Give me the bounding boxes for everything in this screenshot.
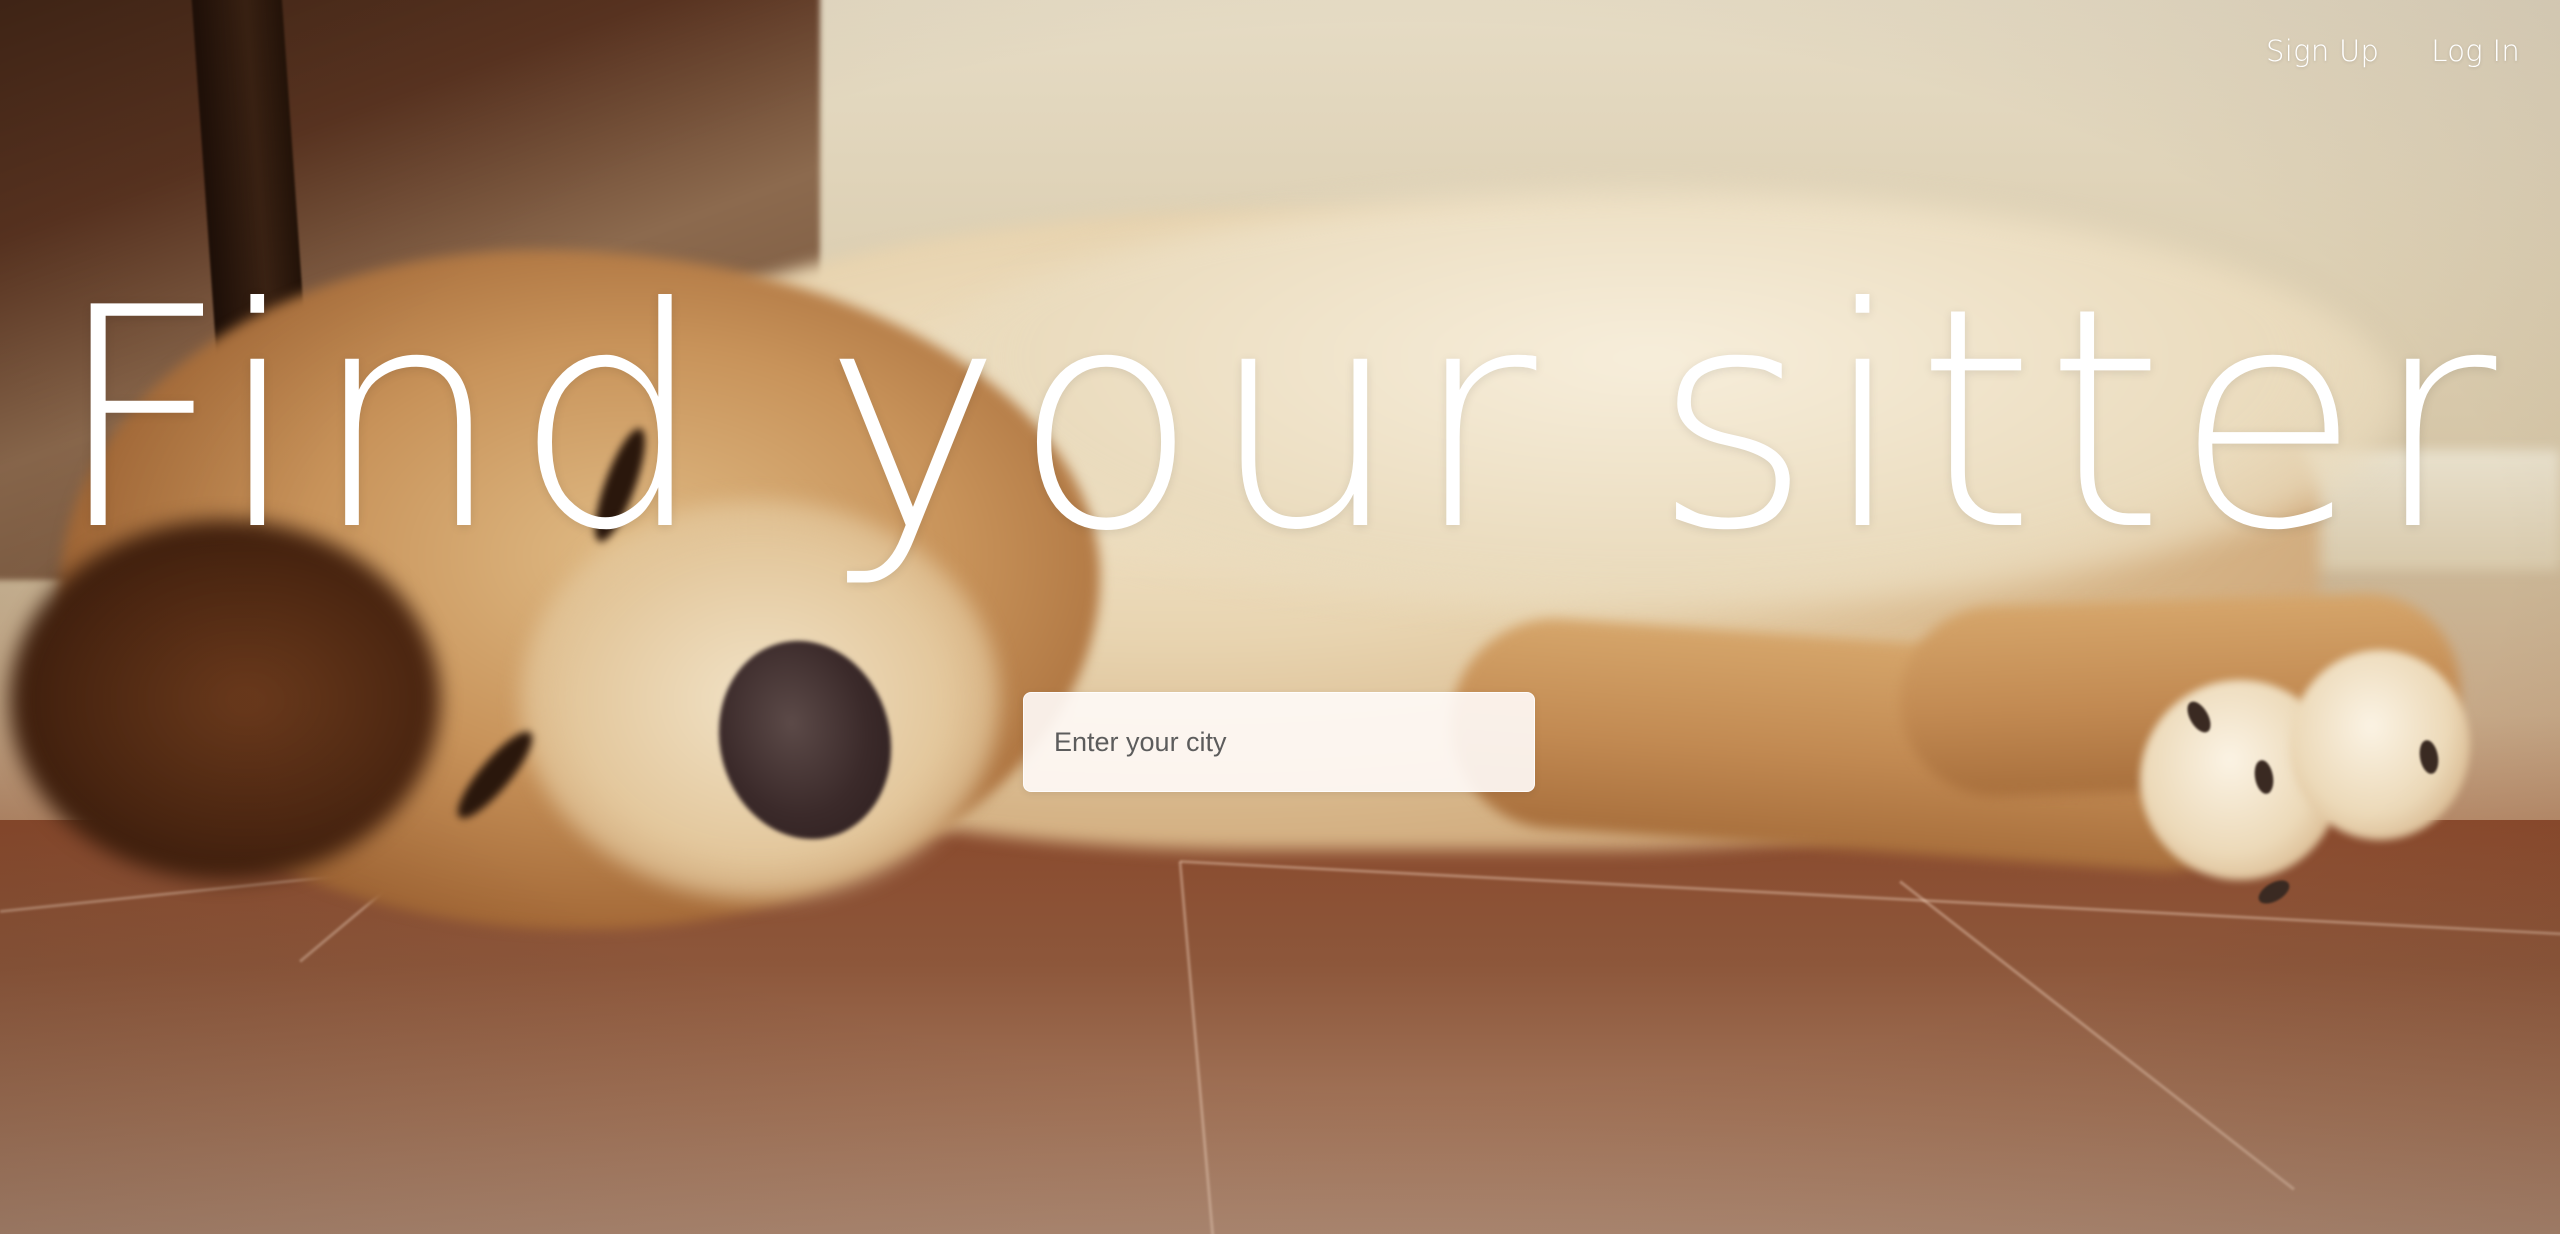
hero-background [0, 0, 2560, 1234]
hero-headline: Find your sitter [53, 243, 2507, 597]
background-vignette [0, 0, 2560, 1234]
top-nav: Sign Up Log In [2266, 34, 2520, 68]
city-search-form [1023, 692, 1535, 792]
signup-link[interactable]: Sign Up [2266, 34, 2379, 68]
login-link[interactable]: Log In [2431, 34, 2520, 68]
city-input[interactable] [1023, 692, 1535, 792]
